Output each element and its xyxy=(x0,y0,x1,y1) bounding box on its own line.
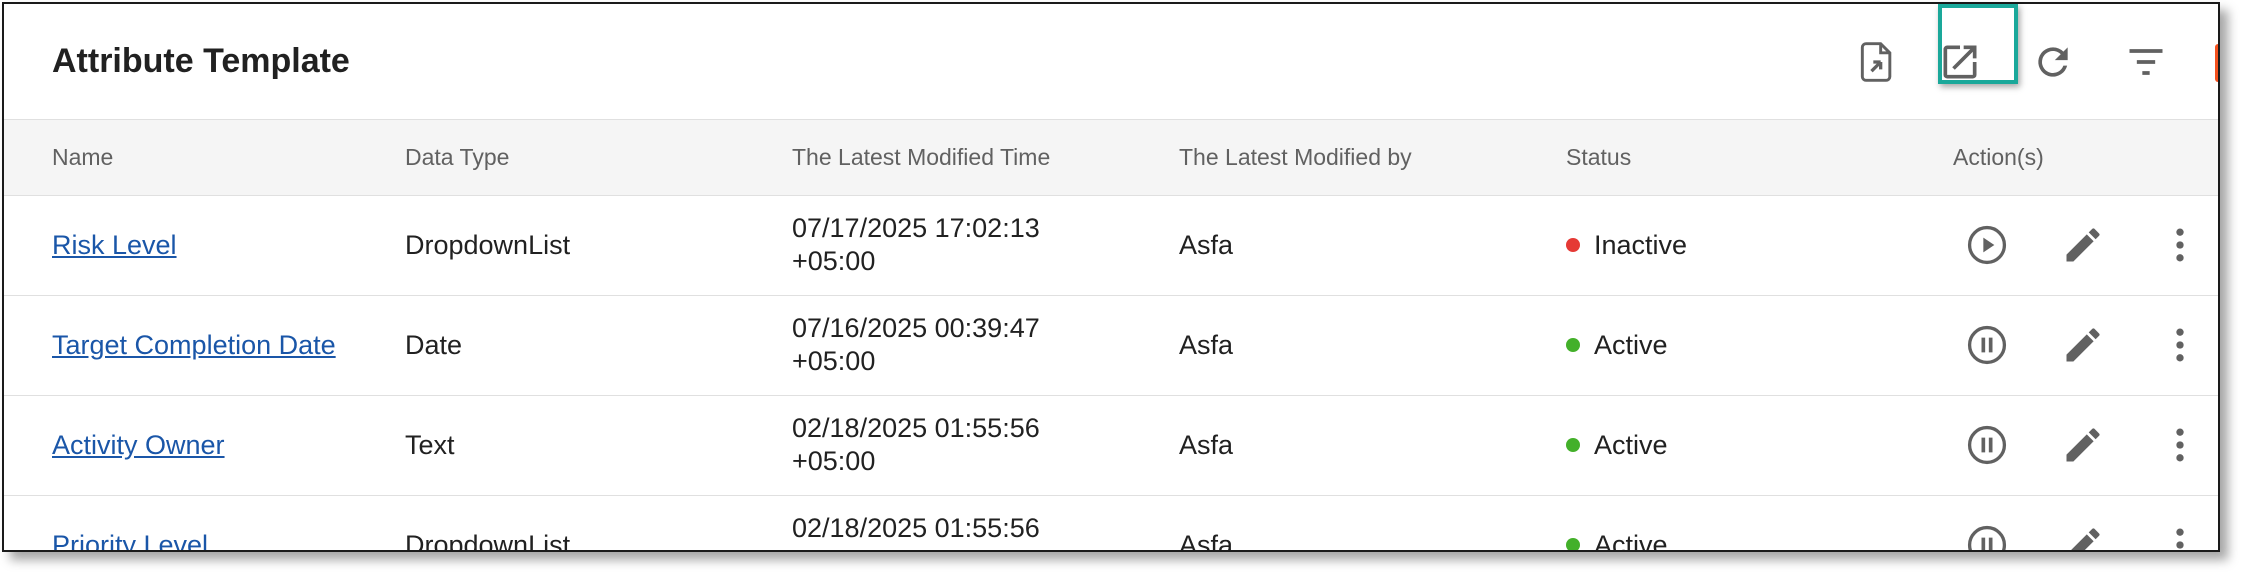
column-header-modified-time[interactable]: The Latest Modified Time xyxy=(792,120,1179,195)
more-options-icon[interactable] xyxy=(2157,522,2203,551)
pause-circle-icon[interactable] xyxy=(1964,522,2010,550)
modified-time-date: 07/16/2025 00:39:47 xyxy=(792,313,1040,343)
status-cell: Inactive xyxy=(1566,195,1953,295)
table-row: Target Completion Date Date 07/16/2025 0… xyxy=(4,295,2218,395)
data-type-cell: DropdownList xyxy=(405,529,571,552)
table-row: Risk Level DropdownList 07/17/2025 17:02… xyxy=(4,195,2218,295)
data-type-cell: Date xyxy=(405,329,463,360)
more-options-icon[interactable] xyxy=(2157,322,2203,368)
attribute-name-link[interactable]: Risk Level xyxy=(52,230,177,260)
column-header-name[interactable]: Name xyxy=(4,120,405,195)
status-label: Active xyxy=(1594,429,1668,460)
status-dot xyxy=(1566,538,1580,550)
column-header-actions: Action(s) xyxy=(1953,143,2044,170)
status-label: Inactive xyxy=(1594,229,1688,260)
actions-cell xyxy=(1953,395,2218,495)
data-type-cell: Text xyxy=(405,429,455,460)
modified-by-cell: Asfa xyxy=(1179,329,1234,360)
modified-time-date: 02/18/2025 01:55:56 xyxy=(792,413,1040,443)
data-type-cell: DropdownList xyxy=(405,229,571,260)
actions-cell xyxy=(1953,295,2218,395)
modified-time-offset: +05:00 xyxy=(792,246,876,276)
status-label: Active xyxy=(1594,529,1668,552)
modified-time-cell: 02/18/2025 01:55:56+05:00 xyxy=(792,395,1179,495)
more-options-icon[interactable] xyxy=(2157,222,2203,268)
edit-icon[interactable] xyxy=(2060,522,2106,550)
status-cell: Active xyxy=(1566,395,1953,495)
status-label: Active xyxy=(1594,329,1668,360)
status-dot xyxy=(1566,238,1580,252)
pause-circle-icon[interactable] xyxy=(1964,322,2010,368)
table-row: Activity Owner Text 02/18/2025 01:55:56 +… xyxy=(4,395,2218,495)
more-options-icon[interactable] xyxy=(2157,422,2203,468)
table-row: Priority Level DropdownList 02/18/2025 0… xyxy=(4,495,2218,552)
filter-icon[interactable] xyxy=(2123,39,2169,85)
panel-header: Attribute Template xyxy=(4,4,2218,120)
status-cell: Active xyxy=(1566,295,1953,395)
attribute-table: Name Data Type The Latest Modified Time … xyxy=(4,120,2218,552)
attribute-name-link[interactable]: Activity Owner xyxy=(52,430,225,460)
add-icon xyxy=(2219,48,2220,78)
edit-icon[interactable] xyxy=(2060,322,2106,368)
modified-time-offset: +05:00 xyxy=(792,545,1179,550)
attribute-template-panel: Attribute Template Name Data Type The La… xyxy=(2,2,2220,552)
modified-by-cell: Asfa xyxy=(1179,229,1234,260)
edit-icon[interactable] xyxy=(2060,222,2106,268)
edit-icon[interactable] xyxy=(2060,422,2106,468)
export-file-icon[interactable] xyxy=(1854,39,1900,85)
status-dot xyxy=(1566,338,1580,352)
modified-time-cell: 07/17/2025 17:02:13 +05:00 xyxy=(792,195,1179,295)
modified-by-cell: Asfa xyxy=(1179,429,1234,460)
modified-time-offset: +05:00 xyxy=(792,346,876,376)
page-title: Attribute Template xyxy=(52,42,350,80)
column-header-data-type[interactable]: Data Type xyxy=(405,120,792,195)
attribute-name-link[interactable]: Priority Level xyxy=(52,530,208,551)
table-header-row: Name Data Type The Latest Modified Time … xyxy=(4,120,2218,195)
play-circle-icon[interactable] xyxy=(1964,222,2010,268)
modified-time-date: 02/18/2025 01:55:56 xyxy=(792,513,1040,543)
refresh-icon[interactable] xyxy=(2030,39,2076,85)
column-header-status[interactable]: Status xyxy=(1566,120,1953,195)
add-button[interactable] xyxy=(2215,44,2220,82)
actions-cell xyxy=(1953,495,2218,551)
modified-time-cell: 07/16/2025 00:39:47 +05:00 xyxy=(792,295,1179,395)
column-header-modified-by[interactable]: The Latest Modified by xyxy=(1179,120,1566,195)
modified-time-offset: +05:00 xyxy=(792,446,876,476)
modified-by-cell: Asfa xyxy=(1179,529,1234,552)
status-cell: Active xyxy=(1566,495,1953,552)
modified-time-date: 07/17/2025 17:02:13 xyxy=(792,213,1040,243)
actions-cell xyxy=(1953,195,2218,295)
modified-time-cell: 02/18/2025 01:55:56 +05:00 xyxy=(792,495,1179,550)
status-dot xyxy=(1566,438,1580,452)
highlight-box xyxy=(1938,4,2018,84)
pause-circle-icon[interactable] xyxy=(1964,422,2010,468)
attribute-name-link[interactable]: Target Completion Date xyxy=(52,330,336,360)
